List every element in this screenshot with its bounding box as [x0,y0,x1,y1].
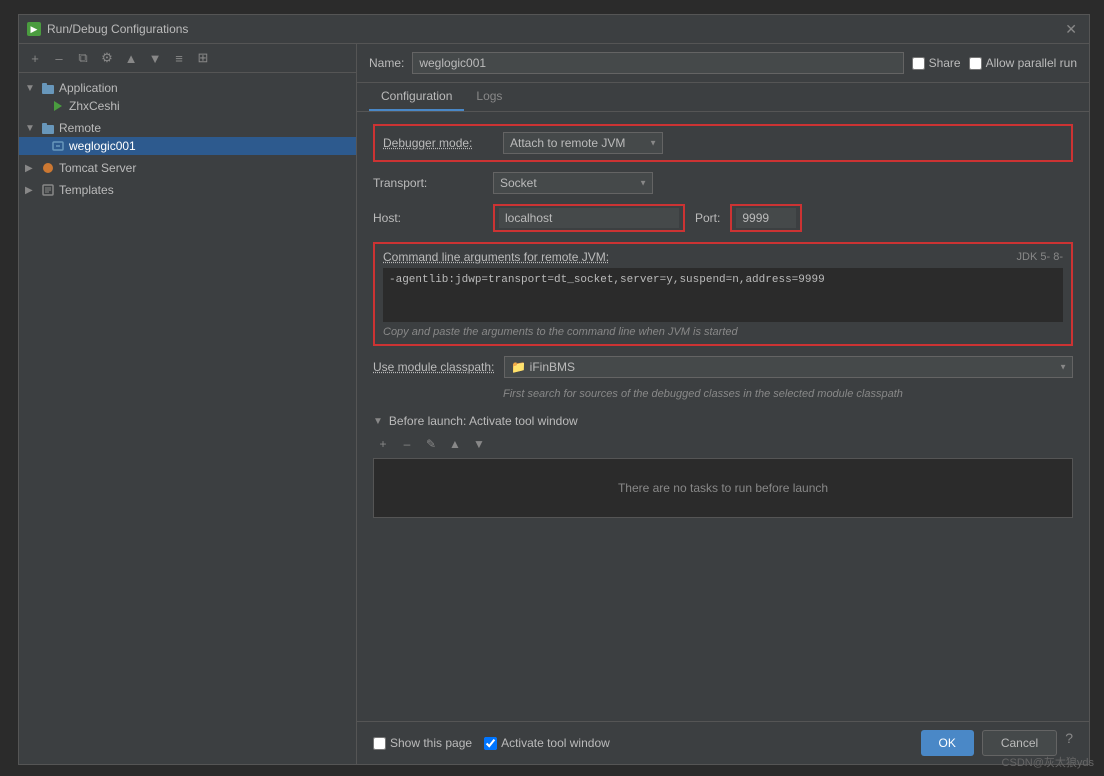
templates-icon [41,183,55,197]
module-classpath-row: Use module classpath: 📁 iFinBMS [373,356,1073,378]
add-config-button[interactable]: + [25,48,45,68]
bottom-right: OK Cancel ? [921,730,1074,756]
before-launch-toolbar: + – ✎ ▲ ▼ [373,434,1073,454]
port-input[interactable] [736,208,796,228]
share-label: Share [929,56,961,70]
tab-configuration[interactable]: Configuration [369,83,464,111]
before-launch-area: There are no tasks to run before launch [373,458,1073,518]
share-area: Share Allow parallel run [912,56,1077,70]
parallel-run-checkbox-label[interactable]: Allow parallel run [969,56,1077,70]
host-label: Host: [373,211,483,225]
tomcat-icon [41,161,55,175]
cancel-button[interactable]: Cancel [982,730,1057,756]
launch-edit-button[interactable]: ✎ [421,434,441,454]
sidebar: + – ⧉ ⚙ ▲ ▼ ≡ ⊞ ▼ [19,44,357,764]
sort-button[interactable]: ≡ [169,48,189,68]
zhxceshi-icon [51,99,65,113]
tree-application-group[interactable]: ▼ Application [19,77,356,117]
ok-button[interactable]: OK [921,730,974,756]
parallel-run-checkbox[interactable] [969,57,982,70]
debugger-mode-label: Debugger mode: [383,136,493,150]
application-label: Application [59,81,118,95]
collapse-arrow[interactable]: ▼ [373,416,383,427]
module-classpath-select[interactable]: 📁 iFinBMS [504,356,1073,378]
cmd-hint: Copy and paste the arguments to the comm… [383,326,1063,338]
move-down-button[interactable]: ▼ [145,48,165,68]
host-input[interactable] [499,208,679,228]
debugger-mode-select-wrapper: Attach to remote JVM Listen to remote JV… [503,132,663,154]
before-launch-header: ▼ Before launch: Activate tool window [373,414,1073,428]
cmd-section: Command line arguments for remote JVM: J… [373,242,1073,346]
activate-tool-window-label[interactable]: Activate tool window [484,736,610,750]
port-field-wrapper [730,204,802,232]
module-classpath-description: First search for sources of the debugged… [503,388,1073,400]
name-label: Name: [369,56,404,70]
show-page-label: Show this page [390,736,472,750]
dialog-title: Run/Debug Configurations [47,22,188,36]
bottom-bar: Show this page Activate tool window OK C… [357,721,1089,764]
share-checkbox-label[interactable]: Share [912,56,961,70]
before-launch-section: ▼ Before launch: Activate tool window + … [373,414,1073,518]
tomcat-label: Tomcat Server [59,161,136,175]
launch-add-button[interactable]: + [373,434,393,454]
debugger-mode-select[interactable]: Attach to remote JVM Listen to remote JV… [503,132,663,154]
remove-config-button[interactable]: – [49,48,69,68]
share-checkbox[interactable] [912,57,925,70]
debugger-mode-row: Debugger mode: Attach to remote JVM List… [373,124,1073,162]
sidebar-toolbar: + – ⧉ ⚙ ▲ ▼ ≡ ⊞ [19,44,356,73]
copy-config-button[interactable]: ⧉ [73,48,93,68]
module-classpath-label: Use module classpath: [373,360,494,374]
jdk-badge: JDK 5- 8- [1017,251,1063,263]
dialog-icon: ▶ [27,22,41,36]
module-classpath-select-wrapper: 📁 iFinBMS [504,356,1073,378]
port-label: Port: [695,211,720,225]
title-bar: ▶ Run/Debug Configurations ✕ [19,15,1089,44]
weglogic-icon [51,139,65,153]
tree-zhxceshi[interactable]: ZhxCeshi [19,97,356,115]
cmd-header: Command line arguments for remote JVM: J… [383,250,1063,264]
config-content: Debugger mode: Attach to remote JVM List… [357,112,1089,721]
tree-remote-group[interactable]: ▼ Remote [19,117,356,157]
zhxceshi-label: ZhxCeshi [69,99,120,113]
tab-logs[interactable]: Logs [464,83,514,111]
weglogic001-label: weglogic001 [69,139,136,153]
name-row: Name: Share Allow parallel run [357,44,1089,83]
application-folder-icon [41,81,55,95]
tree-templates[interactable]: ▶ Templates [19,179,356,201]
move-up-button[interactable]: ▲ [121,48,141,68]
config-tree: ▼ Application [19,73,356,764]
launch-remove-button[interactable]: – [397,434,417,454]
remote-folder-icon [41,121,55,135]
remote-label: Remote [59,121,101,135]
main-panel: Name: Share Allow parallel run Configura… [357,44,1089,764]
host-port-row: Host: Port: [373,204,1073,232]
launch-down-button[interactable]: ▼ [469,434,489,454]
expand-button[interactable]: ⊞ [193,48,213,68]
close-button[interactable]: ✕ [1061,20,1081,38]
transport-select[interactable]: Socket Shared memory [493,172,653,194]
transport-row: Transport: Socket Shared memory [373,172,1073,194]
show-page-checkbox[interactable] [373,737,386,750]
tree-tomcat[interactable]: ▶ Tomcat Server [19,157,356,179]
launch-up-button[interactable]: ▲ [445,434,465,454]
transport-select-wrapper: Socket Shared memory [493,172,653,194]
activate-tool-window-checkbox[interactable] [484,737,497,750]
parallel-run-label: Allow parallel run [986,56,1077,70]
transport-label: Transport: [373,176,483,190]
show-page-checkbox-label[interactable]: Show this page [373,736,472,750]
name-input[interactable] [412,52,903,74]
cmd-args-label: Command line arguments for remote JVM: [383,250,609,264]
activate-tool-window-text: Activate tool window [501,736,610,750]
no-tasks-text: There are no tasks to run before launch [618,481,828,495]
cmd-textarea[interactable]: -agentlib:jdwp=transport=dt_socket,serve… [383,268,1063,322]
settings-button[interactable]: ⚙ [97,48,117,68]
watermark: CSDN@灰太狼yds [1002,754,1094,770]
host-field-wrapper [493,204,685,232]
templates-label: Templates [59,183,114,197]
help-button[interactable]: ? [1065,730,1073,756]
before-launch-label: Before launch: Activate tool window [389,414,578,428]
tree-weglogic001[interactable]: weglogic001 [19,137,356,155]
tabs-row: Configuration Logs [357,83,1089,112]
